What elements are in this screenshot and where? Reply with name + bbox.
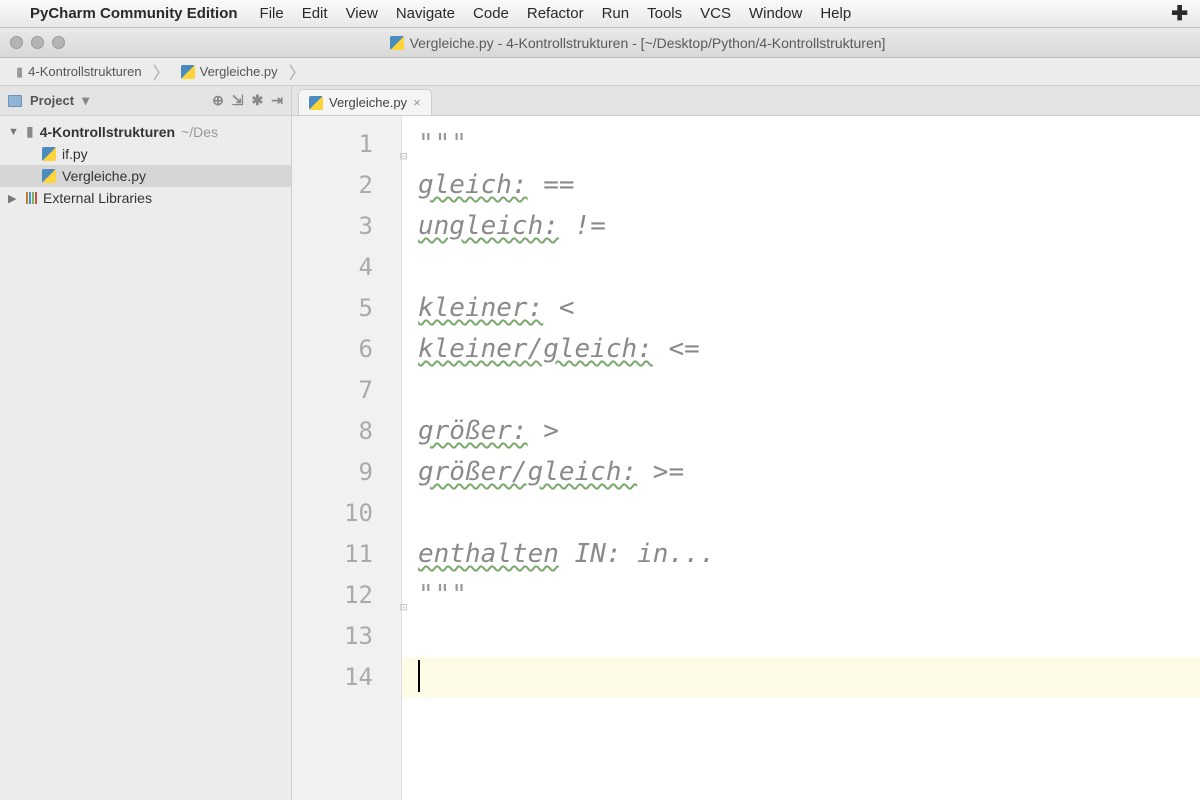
code-line[interactable]: gleich: == bbox=[418, 165, 1200, 206]
code-line[interactable]: kleiner/gleich: <= bbox=[418, 329, 1200, 370]
menubar-extra-icon[interactable]: ✚ bbox=[1171, 1, 1188, 26]
breadcrumb: ▮ 4-Kontrollstrukturen 〉 Vergleiche.py 〉 bbox=[0, 58, 1200, 86]
code-line[interactable] bbox=[418, 247, 1200, 288]
expand-arrow-icon[interactable]: ▶ bbox=[8, 192, 20, 205]
tree-root[interactable]: ▼ ▮ 4-Kontrollstrukturen ~/Des bbox=[0, 120, 291, 143]
code-line[interactable]: größer: > bbox=[418, 411, 1200, 452]
tab-label: Vergleiche.py bbox=[329, 95, 407, 110]
menu-code[interactable]: Code bbox=[473, 5, 509, 22]
line-number: 14 bbox=[292, 657, 373, 698]
libraries-icon bbox=[26, 192, 37, 204]
settings-gear-icon[interactable]: ✱ bbox=[252, 92, 264, 109]
menu-help[interactable]: Help bbox=[820, 5, 851, 22]
menu-vcs[interactable]: VCS bbox=[700, 5, 731, 22]
editor-tabs: Vergleiche.py × bbox=[292, 86, 1200, 116]
editor-area: Vergleiche.py × 1234567891011121314 """⊟… bbox=[292, 86, 1200, 800]
collapse-all-icon[interactable]: ⇲ bbox=[232, 92, 244, 109]
tree-external-label: External Libraries bbox=[43, 190, 152, 206]
fold-toggle-icon[interactable]: ⊟ bbox=[400, 136, 414, 150]
folder-icon: ▮ bbox=[26, 123, 34, 140]
python-file-icon bbox=[309, 96, 323, 110]
line-number: 3 bbox=[292, 206, 373, 247]
code-line[interactable]: """⊟ bbox=[418, 124, 1200, 165]
tree-root-path: ~/Des bbox=[181, 124, 218, 140]
project-icon bbox=[8, 95, 22, 107]
zoom-window-button[interactable] bbox=[52, 36, 65, 49]
python-file-icon bbox=[42, 147, 56, 161]
line-number-gutter: 1234567891011121314 bbox=[292, 116, 402, 800]
app-name[interactable]: PyCharm Community Edition bbox=[30, 5, 238, 22]
line-number: 7 bbox=[292, 370, 373, 411]
line-number: 1 bbox=[292, 124, 373, 165]
code-content[interactable]: """⊟gleich: ==ungleich: != kleiner: <klei… bbox=[402, 116, 1200, 800]
tree-root-name: 4-Kontrollstrukturen bbox=[40, 124, 175, 140]
python-file-icon bbox=[181, 65, 195, 79]
fold-toggle-icon[interactable]: ⊡ bbox=[400, 587, 414, 601]
menu-refactor[interactable]: Refactor bbox=[527, 5, 584, 22]
code-line[interactable]: """⊡ bbox=[418, 575, 1200, 616]
tree-file-selected[interactable]: Vergleiche.py bbox=[0, 165, 291, 187]
tree-file[interactable]: if.py bbox=[0, 143, 291, 165]
expand-arrow-icon[interactable]: ▼ bbox=[8, 126, 20, 138]
menu-navigate[interactable]: Navigate bbox=[396, 5, 455, 22]
tab-active[interactable]: Vergleiche.py × bbox=[298, 89, 432, 115]
project-tool-window: Project ▾ ⊕ ⇲ ✱ ⇥ ▼ ▮ 4-Kontrollstruktur… bbox=[0, 86, 292, 800]
tree-file-name: if.py bbox=[62, 146, 88, 162]
code-line[interactable]: größer/gleich: >= bbox=[418, 452, 1200, 493]
line-number: 5 bbox=[292, 288, 373, 329]
breadcrumb-folder[interactable]: ▮ 4-Kontrollstrukturen bbox=[10, 62, 148, 82]
line-number: 2 bbox=[292, 165, 373, 206]
code-editor[interactable]: 1234567891011121314 """⊟gleich: ==unglei… bbox=[292, 116, 1200, 800]
menu-tools[interactable]: Tools bbox=[647, 5, 682, 22]
menu-edit[interactable]: Edit bbox=[302, 5, 328, 22]
code-line[interactable]: ungleich: != bbox=[418, 206, 1200, 247]
line-number: 6 bbox=[292, 329, 373, 370]
line-number: 13 bbox=[292, 616, 373, 657]
python-file-icon bbox=[42, 169, 56, 183]
close-tab-icon[interactable]: × bbox=[413, 95, 421, 110]
line-number: 12 bbox=[292, 575, 373, 616]
code-line[interactable] bbox=[418, 657, 1200, 698]
text-caret bbox=[418, 660, 420, 692]
line-number: 11 bbox=[292, 534, 373, 575]
scroll-target-icon[interactable]: ⊕ bbox=[212, 92, 224, 109]
breadcrumb-file[interactable]: Vergleiche.py bbox=[175, 62, 284, 81]
chevron-right-icon: 〉 bbox=[289, 59, 306, 84]
menu-file[interactable]: File bbox=[260, 5, 284, 22]
breadcrumb-item-1: Vergleiche.py bbox=[200, 64, 278, 79]
dropdown-icon[interactable]: ▾ bbox=[82, 92, 89, 109]
line-number: 10 bbox=[292, 493, 373, 534]
project-tree: ▼ ▮ 4-Kontrollstrukturen ~/Des if.py Ver… bbox=[0, 116, 291, 213]
project-tool-header: Project ▾ ⊕ ⇲ ✱ ⇥ bbox=[0, 86, 291, 116]
window-title: Vergleiche.py - 4-Kontrollstrukturen - [… bbox=[410, 35, 886, 51]
code-line[interactable]: kleiner: < bbox=[418, 288, 1200, 329]
menu-window[interactable]: Window bbox=[749, 5, 802, 22]
menu-run[interactable]: Run bbox=[602, 5, 630, 22]
tree-file-name: Vergleiche.py bbox=[62, 168, 146, 184]
hide-tool-icon[interactable]: ⇥ bbox=[271, 92, 283, 109]
code-line[interactable] bbox=[418, 370, 1200, 411]
code-line[interactable] bbox=[418, 493, 1200, 534]
line-number: 9 bbox=[292, 452, 373, 493]
tree-external-libraries[interactable]: ▶ External Libraries bbox=[0, 187, 291, 209]
mac-menubar: PyCharm Community Edition File Edit View… bbox=[0, 0, 1200, 28]
menu-view[interactable]: View bbox=[346, 5, 378, 22]
minimize-window-button[interactable] bbox=[31, 36, 44, 49]
chevron-right-icon: 〉 bbox=[153, 59, 170, 84]
window-titlebar: Vergleiche.py - 4-Kontrollstrukturen - [… bbox=[0, 28, 1200, 58]
main-split: Project ▾ ⊕ ⇲ ✱ ⇥ ▼ ▮ 4-Kontrollstruktur… bbox=[0, 86, 1200, 800]
line-number: 4 bbox=[292, 247, 373, 288]
line-number: 8 bbox=[292, 411, 373, 452]
project-tool-title: Project bbox=[30, 93, 74, 108]
python-file-icon bbox=[390, 36, 404, 50]
code-line[interactable] bbox=[418, 616, 1200, 657]
code-line[interactable]: enthalten IN: in... bbox=[418, 534, 1200, 575]
folder-icon: ▮ bbox=[16, 64, 23, 80]
traffic-lights bbox=[10, 36, 65, 49]
breadcrumb-item-0: 4-Kontrollstrukturen bbox=[28, 64, 141, 79]
close-window-button[interactable] bbox=[10, 36, 23, 49]
